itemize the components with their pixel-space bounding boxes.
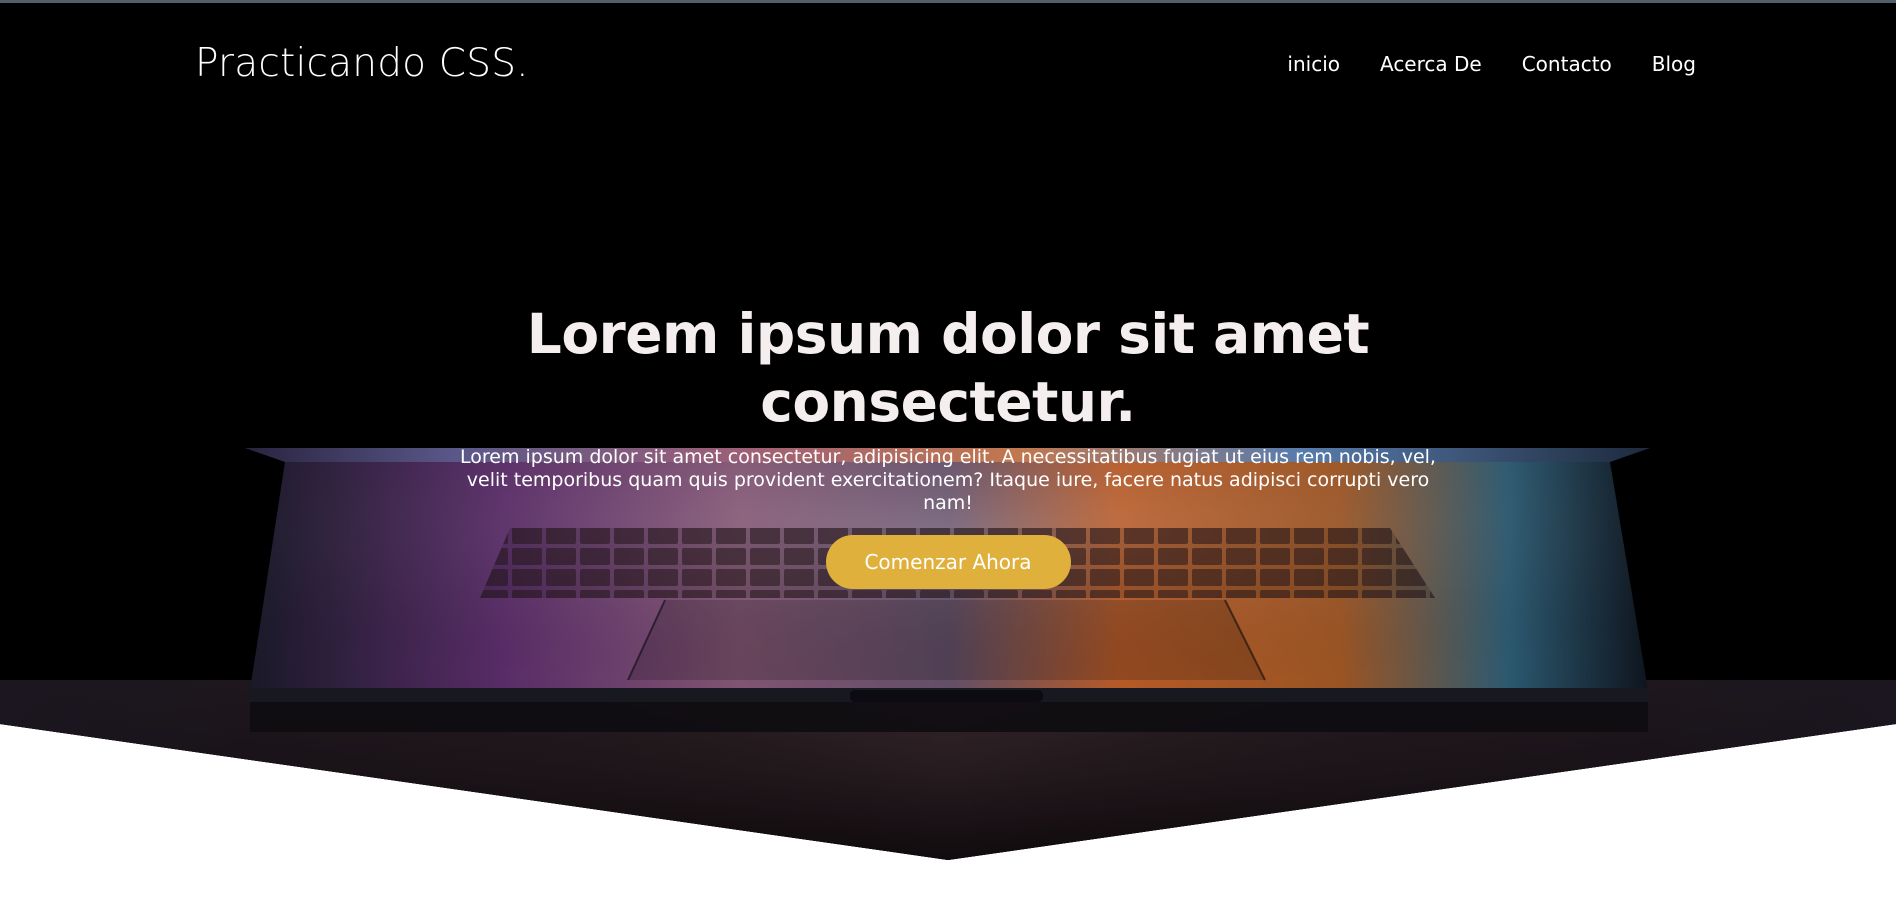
hero-title: Lorem ipsum dolor sit amet consectetur. — [526, 302, 1370, 434]
navbar: Practicando CSS. inicio Acerca De Contac… — [0, 0, 1896, 130]
top-border — [0, 0, 1896, 3]
nav-item-blog[interactable]: Blog — [1652, 50, 1696, 78]
brand-logo[interactable]: Practicando CSS. — [195, 38, 529, 90]
start-now-button[interactable]: Comenzar Ahora — [825, 535, 1071, 589]
nav-item-contacto[interactable]: Contacto — [1522, 50, 1612, 78]
hero-description: Lorem ipsum dolor sit amet consectetur, … — [460, 446, 1436, 514]
nav-menu: inicio Acerca De Contacto Blog — [1287, 50, 1696, 78]
hero-content: Lorem ipsum dolor sit amet consectetur. … — [0, 300, 1896, 589]
nav-item-inicio[interactable]: inicio — [1287, 50, 1340, 78]
page: Practicando CSS. inicio Acerca De Contac… — [0, 0, 1896, 902]
nav-item-acerca-de[interactable]: Acerca De — [1380, 50, 1482, 78]
